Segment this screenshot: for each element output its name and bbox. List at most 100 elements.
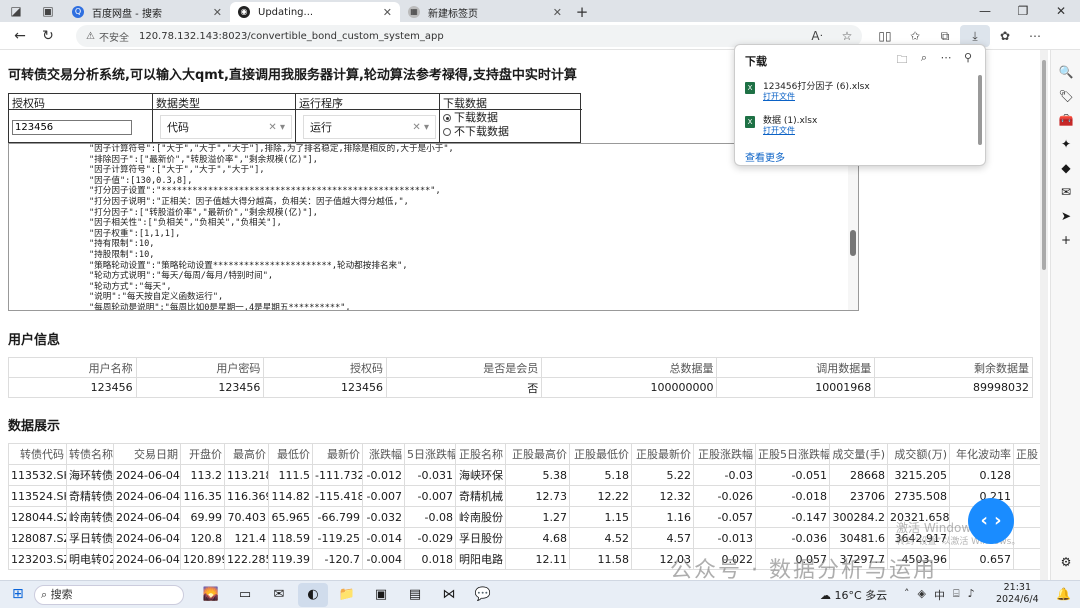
weather-widget[interactable]: ☁ 16°C 多云 xyxy=(820,587,887,603)
user-table-header: 用户名称 用户密码 授权码 是否是会员 总数据量 调用数据量 剩余数据量 xyxy=(8,357,1033,378)
task-view-icon[interactable]: ▭ xyxy=(230,583,260,607)
table-cell: 奇精转债 xyxy=(66,485,114,507)
clear-dropdown-icon[interactable]: ✕ ▾ xyxy=(268,122,285,133)
terminal-icon[interactable]: ▤ xyxy=(400,583,430,607)
page-scroll-thumb[interactable] xyxy=(1042,60,1046,270)
tray-app-icon[interactable]: ◈ xyxy=(918,587,926,603)
download-item[interactable]: X 123456打分因子 (6).xlsx 打开文件 xyxy=(745,79,975,107)
vscode-icon[interactable]: ⋈ xyxy=(434,583,464,607)
textarea-scrollbar[interactable] xyxy=(848,144,858,310)
column-header[interactable]: 开盘价 xyxy=(180,443,225,465)
edge-icon[interactable]: ◐ xyxy=(298,583,328,607)
tab-updating[interactable]: ◉ Updating... ✕ xyxy=(230,2,400,22)
table-cell: 0.018 xyxy=(404,548,456,570)
clear-dropdown-icon[interactable]: ✕ ▾ xyxy=(412,122,429,133)
shopping-icon[interactable]: ◆ xyxy=(1051,156,1080,180)
clock[interactable]: 21:31 2024/6/4 xyxy=(996,582,1039,606)
app-icon[interactable]: ▣ xyxy=(366,583,396,607)
downloads-scrollbar[interactable] xyxy=(978,75,982,145)
column-header[interactable]: 正股最低价 xyxy=(569,443,632,465)
extensions-icon[interactable]: ✿ xyxy=(990,25,1020,47)
column-header[interactable]: 交易日期 xyxy=(113,443,181,465)
table-cell: 113524.SH xyxy=(8,485,67,507)
column-header[interactable]: 正股涨跌幅 xyxy=(693,443,756,465)
wechat-icon[interactable]: 💬 xyxy=(468,583,498,607)
column-header[interactable]: 转债名称 xyxy=(66,443,114,465)
table-cell: 12.22 xyxy=(569,485,632,507)
notification-icon[interactable]: 🔔 xyxy=(1056,587,1071,601)
profile-icon[interactable]: ◪ xyxy=(10,5,21,17)
toolbox-icon[interactable]: 🧰 xyxy=(1051,108,1080,132)
column-header[interactable]: 最新价 xyxy=(312,443,363,465)
open-file-link[interactable]: 打开文件 xyxy=(763,125,795,136)
pin-icon[interactable]: ⚲ xyxy=(959,51,977,70)
column-header[interactable]: 最高价 xyxy=(224,443,269,465)
open-file-link[interactable]: 打开文件 xyxy=(763,91,795,102)
minimize-icon[interactable]: — xyxy=(966,0,1004,22)
mail-icon[interactable]: ✉ xyxy=(264,583,294,607)
column-header[interactable]: 正股5日涨跌幅 xyxy=(755,443,830,465)
radio-download[interactable]: 下载数据 xyxy=(443,111,579,125)
more-icon[interactable]: ⋯ xyxy=(1020,25,1050,47)
close-tab-icon[interactable]: ✕ xyxy=(213,6,222,19)
more-icon[interactable]: ⋯ xyxy=(937,51,955,70)
column-header[interactable]: 5日涨跌幅 xyxy=(404,443,456,465)
download-item[interactable]: X 数据 (1).xlsx 打开文件 xyxy=(745,113,975,141)
network-icon[interactable]: ⌸ xyxy=(953,587,960,603)
new-tab-button[interactable]: + xyxy=(570,2,594,22)
code-line: "说明":"每天按自定义函数运行", xyxy=(89,292,224,303)
table-cell: 12.73 xyxy=(505,485,570,507)
app-favicon-icon: ◉ xyxy=(238,6,250,18)
reload-icon[interactable]: ↻ xyxy=(34,28,62,44)
back-arrow-icon[interactable]: ← xyxy=(6,28,34,44)
tag-icon[interactable]: 🏷 xyxy=(1051,84,1080,108)
page-scrollbar[interactable] xyxy=(1040,50,1048,580)
taskbar-search[interactable]: ⌕ 搜索 xyxy=(34,585,184,605)
auth-input[interactable] xyxy=(12,120,132,135)
tab-newtab[interactable]: ▦ 新建标签页 ✕ xyxy=(400,2,570,22)
tab-actions-icon[interactable]: ▣ xyxy=(42,5,53,17)
ime-indicator[interactable]: 中 xyxy=(934,587,945,603)
tray-chevron-icon[interactable]: ˄ xyxy=(904,587,910,603)
windows-start-icon[interactable]: ⊞ xyxy=(12,586,24,602)
copilot-icon[interactable]: ✦ xyxy=(1051,132,1080,156)
code-line: "打分因子":["转股溢价率","最新价","剩余规模(亿)"], xyxy=(89,207,318,218)
run-program-select[interactable]: 运行 ✕ ▾ xyxy=(303,115,436,139)
see-more-link[interactable]: 查看更多 xyxy=(745,149,785,164)
data-type-select[interactable]: 代码 ✕ ▾ xyxy=(160,115,292,139)
column-header[interactable]: 正股名称 xyxy=(455,443,506,465)
column-header[interactable]: 正股 xyxy=(1013,443,1040,465)
scroll-thumb[interactable] xyxy=(850,230,856,256)
table-cell: 23706 xyxy=(829,485,888,507)
column-header[interactable]: 成交量(手) xyxy=(829,443,888,465)
column-header[interactable]: 涨跌幅 xyxy=(362,443,405,465)
send-icon[interactable]: ➤ xyxy=(1051,204,1080,228)
column-header[interactable]: 年化波动率 xyxy=(949,443,1014,465)
volume-icon[interactable]: ♪ xyxy=(968,587,975,603)
close-window-icon[interactable]: ✕ xyxy=(1042,0,1080,22)
table-cell: 孚日股份 xyxy=(455,527,506,549)
column-header[interactable]: 成交额(万) xyxy=(887,443,950,465)
tab-baidu[interactable]: Q 百度网盘 - 搜索 ✕ xyxy=(64,2,230,22)
close-tab-icon[interactable]: ✕ xyxy=(383,6,392,19)
radio-no-download[interactable]: 不下载数据 xyxy=(443,125,579,139)
table-cell: 120.899 xyxy=(180,548,225,570)
table-cell: 121.4 xyxy=(224,527,269,549)
restore-icon[interactable]: ❐ xyxy=(1004,0,1042,22)
search-icon[interactable]: ⌕ xyxy=(915,51,933,70)
table-cell xyxy=(1013,548,1040,570)
column-header[interactable]: 最低价 xyxy=(268,443,313,465)
explorer-icon[interactable]: 📁 xyxy=(332,583,362,607)
add-sidebar-icon[interactable]: + xyxy=(1051,228,1080,252)
column-header[interactable]: 正股最新价 xyxy=(631,443,694,465)
outlook-icon[interactable]: ✉ xyxy=(1051,180,1080,204)
config-textarea[interactable]: "因子计算符号":["大于","大于","大于"],排除,为了排名稳定,排除是相… xyxy=(8,143,859,311)
column-header[interactable]: 正股最高价 xyxy=(505,443,570,465)
sidebar-settings-icon[interactable]: ⚙ xyxy=(1051,550,1080,574)
search-sidebar-icon[interactable]: 🔍 xyxy=(1051,60,1080,84)
nav-arrows-button[interactable]: ‹ › xyxy=(968,498,1014,544)
column-header[interactable]: 转债代码 xyxy=(8,443,67,465)
close-tab-icon[interactable]: ✕ xyxy=(553,6,562,19)
widget-icon[interactable]: 🌄 xyxy=(196,583,226,607)
folder-icon[interactable]: 🗀 xyxy=(893,51,911,70)
